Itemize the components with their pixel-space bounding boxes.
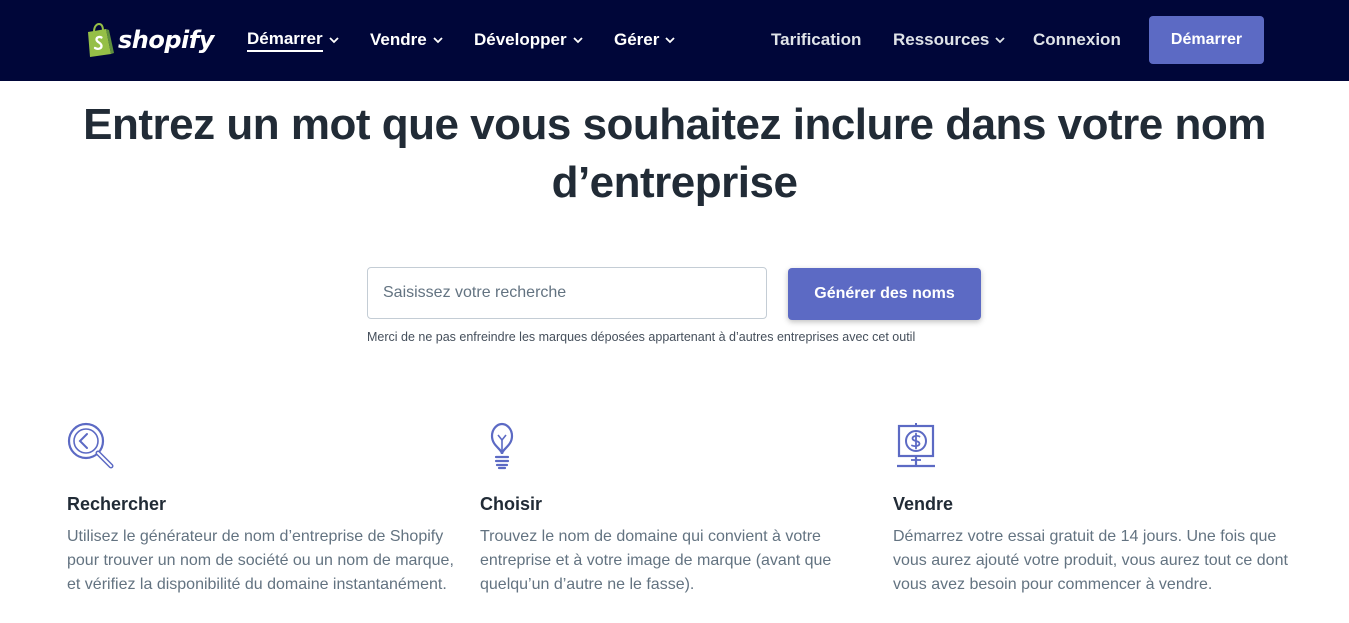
nav-item-vendre[interactable]: Vendre: [370, 29, 443, 51]
nav-item-label: Développer: [474, 30, 567, 49]
feature-title: Rechercher: [67, 494, 167, 514]
chevron-down-icon: [665, 36, 676, 43]
nav-item-gerer[interactable]: Gérer: [614, 29, 676, 51]
nav-item-tarification[interactable]: Tarification: [771, 29, 861, 51]
nav-item-developper[interactable]: Développer: [474, 29, 583, 51]
feature-title: Vendre: [893, 494, 954, 514]
feature-rechercher: Rechercher Utilisez le générateur de nom…: [67, 422, 462, 597]
generate-names-button[interactable]: Générer des noms: [788, 268, 981, 320]
nav-item-ressources[interactable]: Ressources: [893, 29, 1006, 51]
chevron-down-icon: [995, 36, 1006, 43]
feature-vendre: Vendre Démarrez votre essai gratuit de 1…: [893, 422, 1288, 597]
chevron-down-icon: [572, 36, 583, 43]
dollar-sign-icon: [897, 423, 935, 468]
nav-item-label: Démarrer: [247, 29, 323, 52]
page-title: Entrez un mot que vous souhaitez inclure…: [83, 100, 1266, 207]
feature-title: Choisir: [480, 494, 543, 514]
search-input[interactable]: [367, 267, 767, 319]
feature-choisir: Choisir Trouvez le nom de domaine qui co…: [480, 422, 875, 597]
feature-description: Utilisez le générateur de nom d’entrepri…: [67, 528, 454, 593]
nav-item-label: Vendre: [370, 30, 427, 49]
nav-item-label: Ressources: [893, 30, 990, 49]
shopping-bag-icon: [88, 23, 114, 57]
nav-item-connexion[interactable]: Connexion: [1033, 29, 1121, 51]
shopify-logo[interactable]: shopify: [84, 22, 214, 58]
feature-description: Trouvez le nom de domaine qui convient à…: [480, 528, 832, 593]
chevron-down-icon: [328, 36, 339, 43]
chevron-down-icon: [433, 36, 443, 43]
nav-item-label: Gérer: [614, 30, 660, 49]
feature-description: Démarrez votre essai gratuit de 14 jours…: [893, 528, 1288, 593]
lightbulb-icon: [490, 422, 514, 470]
trademark-disclaimer: Merci de ne pas enfreindre les marques d…: [367, 330, 916, 344]
top-navigation-bar: shopify Démarrer Vendre Développer Gérer…: [0, 0, 1349, 81]
logo-wordmark: shopify: [118, 26, 214, 54]
start-cta-button[interactable]: Démarrer: [1149, 16, 1264, 64]
nav-item-label: Connexion: [1033, 30, 1121, 49]
magnifier-icon: [67, 422, 114, 469]
nav-item-label: Tarification: [771, 30, 862, 49]
nav-item-demarrer[interactable]: Démarrer: [247, 29, 339, 52]
